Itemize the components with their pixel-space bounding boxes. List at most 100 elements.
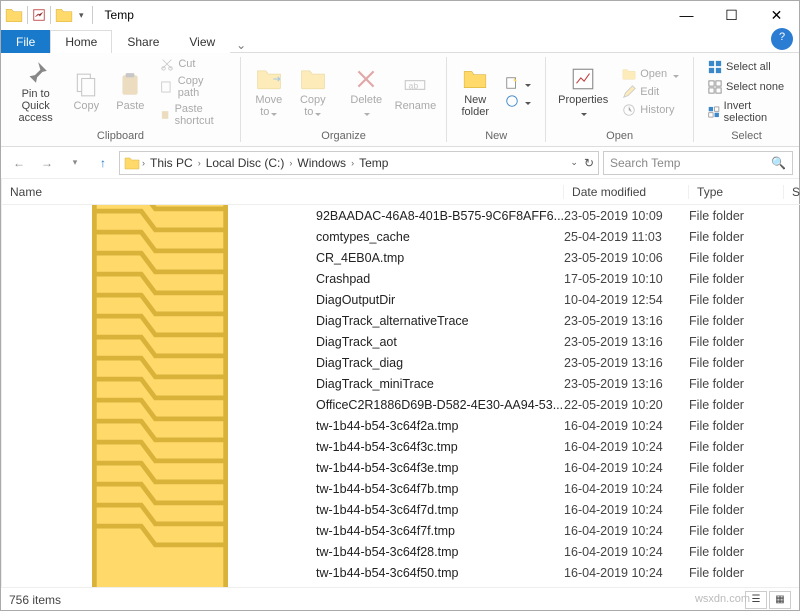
paste-button[interactable]: Paste bbox=[108, 55, 152, 129]
cut-button[interactable]: Cut bbox=[156, 56, 230, 72]
file-type: File folder bbox=[689, 272, 784, 286]
select-none-button[interactable]: Select none bbox=[704, 79, 789, 95]
file-date: 16-04-2019 10:24 bbox=[564, 503, 689, 517]
open-icon bbox=[622, 67, 636, 81]
column-headers[interactable]: Name Date modified Type Size bbox=[2, 179, 800, 205]
file-type: File folder bbox=[689, 293, 784, 307]
cut-icon bbox=[160, 57, 174, 71]
minimize-button[interactable]: — bbox=[664, 1, 709, 29]
file-type: File folder bbox=[689, 335, 784, 349]
nav-forward-button[interactable]: → bbox=[35, 151, 59, 175]
help-button[interactable]: ? bbox=[771, 28, 793, 50]
new-item-button[interactable] bbox=[501, 75, 535, 91]
file-date: 10-04-2019 12:54 bbox=[564, 293, 689, 307]
easy-access-button[interactable] bbox=[501, 93, 535, 109]
new-item-icon bbox=[505, 76, 519, 90]
maximize-button[interactable]: ☐ bbox=[709, 1, 754, 29]
crumb-2[interactable]: Windows bbox=[294, 156, 349, 170]
refresh-button[interactable]: ↻ bbox=[584, 156, 594, 170]
copy-to-button[interactable]: Copy to bbox=[291, 55, 335, 129]
file-type: File folder bbox=[689, 356, 784, 370]
file-date: 16-04-2019 10:24 bbox=[564, 482, 689, 496]
file-type: File folder bbox=[689, 524, 784, 538]
copy-to-icon bbox=[300, 66, 326, 92]
paste-shortcut-button[interactable]: Paste shortcut bbox=[156, 102, 230, 128]
file-type: File folder bbox=[689, 566, 784, 580]
delete-icon bbox=[353, 66, 379, 92]
qat-dropdown[interactable]: ▾ bbox=[75, 10, 88, 21]
file-date: 23-05-2019 10:06 bbox=[564, 251, 689, 265]
copy-button[interactable]: Copy bbox=[64, 55, 108, 129]
nav-up-button[interactable]: ↑ bbox=[91, 151, 115, 175]
qat-properties-icon[interactable] bbox=[32, 8, 46, 22]
file-row[interactable]: tw-1b44-b54-3c64f50.tmp 16-04-2019 10:24… bbox=[2, 562, 800, 583]
crumb-1[interactable]: Local Disc (C:) bbox=[203, 156, 288, 170]
qat-open-folder-icon[interactable] bbox=[55, 6, 73, 24]
status-bar: 756 items wsxdn.com ☰ ▦ bbox=[1, 587, 799, 611]
history-button[interactable]: History bbox=[618, 102, 683, 118]
folder-icon bbox=[10, 498, 310, 588]
tab-share[interactable]: Share bbox=[112, 30, 174, 53]
file-type: File folder bbox=[689, 482, 784, 496]
file-date: 23-05-2019 10:09 bbox=[564, 209, 689, 223]
col-name[interactable]: Name bbox=[2, 185, 564, 199]
delete-button[interactable]: Delete bbox=[342, 55, 390, 129]
nav-recent-button[interactable]: ▾ bbox=[63, 151, 87, 175]
qat-folder-icon[interactable] bbox=[5, 6, 23, 24]
tab-file[interactable]: File bbox=[1, 30, 50, 53]
file-type: File folder bbox=[689, 251, 784, 265]
col-date[interactable]: Date modified bbox=[564, 185, 689, 199]
window-title: Temp bbox=[105, 8, 134, 22]
svg-text:ab: ab bbox=[409, 80, 419, 90]
ribbon-collapse[interactable]: ⌄ bbox=[230, 38, 252, 52]
easy-access-icon bbox=[505, 94, 519, 108]
search-input[interactable]: Search Temp 🔍 bbox=[603, 151, 793, 175]
file-list: Name Date modified Type Size 92BAADAC-46… bbox=[2, 179, 800, 587]
nav-back-button[interactable]: ← bbox=[7, 151, 31, 175]
file-date: 25-04-2019 11:03 bbox=[564, 230, 689, 244]
move-to-button[interactable]: Move to bbox=[247, 55, 291, 129]
search-icon: 🔍 bbox=[771, 156, 786, 170]
properties-button[interactable]: Properties bbox=[552, 55, 614, 129]
paste-icon bbox=[117, 72, 143, 98]
invert-selection-button[interactable]: Invert selection bbox=[704, 99, 789, 125]
copy-path-button[interactable]: Copy path bbox=[156, 74, 230, 100]
ribbon: Pin to Quick access Copy Paste Cut Copy … bbox=[1, 53, 799, 147]
titlebar: ▾ Temp — ☐ ✕ bbox=[1, 1, 799, 29]
group-select-label: Select bbox=[700, 129, 793, 144]
file-name: tw-1b44-b54-3c64f50.tmp bbox=[316, 566, 458, 580]
crumb-3[interactable]: Temp bbox=[356, 156, 391, 170]
new-folder-button[interactable]: New folder bbox=[453, 55, 497, 129]
file-date: 22-05-2019 10:20 bbox=[564, 398, 689, 412]
pin-icon bbox=[23, 60, 49, 86]
file-type: File folder bbox=[689, 314, 784, 328]
crumb-0[interactable]: This PC bbox=[147, 156, 196, 170]
close-button[interactable]: ✕ bbox=[754, 1, 799, 29]
open-button[interactable]: Open bbox=[618, 66, 683, 82]
copy-path-icon bbox=[160, 80, 173, 94]
move-to-icon bbox=[256, 66, 282, 92]
select-all-button[interactable]: Select all bbox=[704, 59, 789, 75]
address-dropdown[interactable]: ⌄ bbox=[570, 157, 578, 168]
edit-button[interactable]: Edit bbox=[618, 84, 683, 100]
item-count: 756 items bbox=[9, 593, 61, 607]
file-type: File folder bbox=[689, 419, 784, 433]
file-type: File folder bbox=[689, 209, 784, 223]
tab-view[interactable]: View bbox=[174, 30, 230, 53]
file-type: File folder bbox=[689, 503, 784, 517]
col-type[interactable]: Type bbox=[689, 185, 784, 199]
col-size[interactable]: Size bbox=[784, 185, 800, 199]
pin-quick-access-button[interactable]: Pin to Quick access bbox=[7, 55, 64, 129]
copy-icon bbox=[73, 72, 99, 98]
file-date: 16-04-2019 10:24 bbox=[564, 419, 689, 433]
view-large-button[interactable]: ▦ bbox=[769, 591, 791, 609]
file-rows[interactable]: 92BAADAC-46A8-401B-B575-9C6F8AFF6... 23-… bbox=[2, 205, 800, 587]
edit-icon bbox=[622, 85, 636, 99]
file-date: 16-04-2019 10:24 bbox=[564, 461, 689, 475]
paste-shortcut-icon bbox=[160, 108, 170, 122]
tab-home[interactable]: Home bbox=[50, 30, 112, 53]
group-new-label: New bbox=[453, 129, 539, 144]
file-date: 17-05-2019 10:10 bbox=[564, 272, 689, 286]
breadcrumb[interactable]: › This PC› Local Disc (C:)› Windows› Tem… bbox=[119, 151, 599, 175]
rename-button[interactable]: abRename bbox=[390, 55, 440, 129]
